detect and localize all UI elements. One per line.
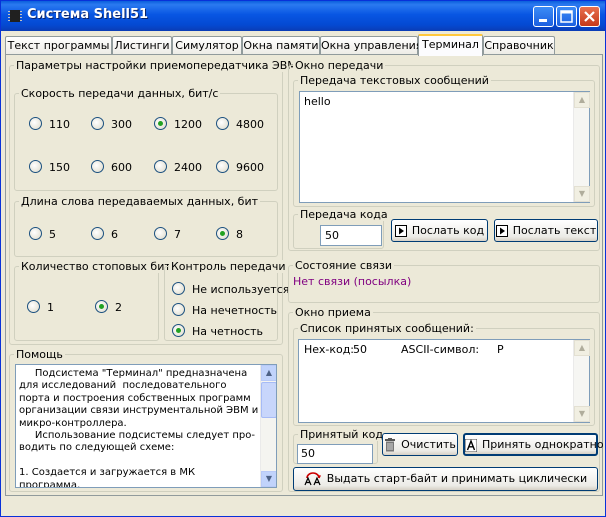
baud-600-radio[interactable]: 600: [91, 160, 132, 174]
help-scrollbar[interactable]: ▲ ▼: [260, 365, 276, 487]
baud-1200-radio[interactable]: 1200: [154, 117, 202, 131]
receive-once-button[interactable]: Принять однократно: [463, 433, 604, 456]
help-group: Помощь Подсистема "Терминал" предназначе…: [9, 348, 283, 492]
maximize-button[interactable]: [556, 6, 577, 27]
start-byte-cyclic-button[interactable]: Выдать старт-байт и принимать циклически: [293, 467, 598, 491]
receive-window-title: Окно приема: [293, 306, 373, 319]
baud-2400-radio[interactable]: 2400: [154, 160, 202, 174]
tab-reference[interactable]: Справочник: [483, 36, 555, 55]
link-status-group: Состояние связи Нет связи (посылка): [288, 259, 600, 303]
cyclic-receive-icon: [304, 472, 321, 486]
tab-simulator[interactable]: Симулятор: [172, 36, 242, 55]
help-textbox[interactable]: Подсистема "Терминал" предназначена для …: [15, 364, 277, 488]
wordlen-8-radio[interactable]: 8: [216, 227, 243, 241]
scroll-up-arrow-icon[interactable]: ▲: [574, 340, 590, 356]
clear-button[interactable]: Очистить: [382, 433, 458, 456]
play-icon: [495, 225, 508, 237]
code-send-group: Передача кода 50: [293, 208, 390, 249]
received-code-title: Принятый код: [298, 428, 385, 441]
link-status-title: Состояние связи: [293, 259, 394, 272]
scroll-thumb[interactable]: [261, 382, 276, 418]
scroll-up-arrow-icon[interactable]: ▲: [574, 92, 590, 108]
stopbits-2-radio[interactable]: 2: [95, 300, 122, 314]
send-code-button[interactable]: Послать код: [391, 219, 488, 242]
send-code-input[interactable]: 50: [320, 225, 382, 246]
minimize-button[interactable]: [533, 6, 554, 27]
window-title: Система Shell51: [27, 7, 149, 22]
transceiver-settings-title: Параметры настройки приемопередатчика ЭВ…: [14, 59, 299, 72]
received-list-box[interactable]: Hex-код: 50 ASCII-символ: P ▲ ▼: [298, 339, 590, 423]
scroll-up-arrow-icon[interactable]: ▲: [261, 365, 276, 381]
text-send-title: Передача текстовых сообщений: [298, 74, 491, 87]
send-text-value: hello: [304, 95, 331, 108]
main-window: Система Shell51 Текст программы Листинги…: [0, 0, 606, 517]
baud-rate-group: Скорость передачи данных, бит/с 110 300 …: [14, 87, 278, 191]
parity-title: Контроль передачи: [169, 260, 288, 273]
link-status-value: Нет связи (посылка): [293, 275, 412, 288]
send-text-scrollbar[interactable]: ▲ ▼: [573, 92, 590, 202]
word-length-group: Длина слова передаваемых данных, бит 5 6…: [14, 195, 278, 257]
tab-terminal[interactable]: Терминал: [418, 34, 483, 56]
terminal-page: Параметры настройки приемопередатчика ЭВ…: [5, 54, 604, 496]
letter-a-icon: [465, 438, 477, 452]
hex-value: 50: [353, 343, 367, 356]
transceiver-settings-group: Параметры настройки приемопередатчика ЭВ…: [9, 59, 299, 345]
tab-listings[interactable]: Листинги: [112, 36, 172, 55]
help-title: Помощь: [14, 348, 65, 361]
parity-even-radio[interactable]: На четность: [172, 324, 263, 338]
maximize-icon: [560, 10, 573, 23]
baud-300-radio[interactable]: 300: [91, 117, 132, 131]
received-code-group: Принятый код 50: [293, 428, 385, 464]
send-text-button[interactable]: Послать текст: [494, 219, 598, 242]
code-send-title: Передача кода: [298, 208, 390, 221]
scroll-down-arrow-icon[interactable]: ▼: [574, 406, 590, 422]
close-icon: [584, 11, 595, 22]
ascii-value: P: [497, 343, 504, 356]
baud-110-radio[interactable]: 110: [29, 117, 70, 131]
scroll-down-arrow-icon[interactable]: ▼: [574, 186, 590, 202]
trash-icon: [385, 438, 396, 452]
baud-rate-title: Скорость передачи данных, бит/с: [19, 87, 221, 100]
send-window-group: Окно передачи Передача текстовых сообщен…: [288, 59, 600, 251]
close-button[interactable]: [579, 6, 600, 27]
parity-none-radio[interactable]: Не используется: [172, 282, 289, 296]
play-icon: [394, 225, 407, 237]
stop-bits-title: Количество стоповых бит: [19, 260, 173, 273]
tab-memory-windows[interactable]: Окна памяти: [242, 36, 320, 55]
send-window-title: Окно передачи: [293, 59, 386, 72]
send-text-input[interactable]: hello ▲ ▼: [299, 91, 590, 203]
baud-150-radio[interactable]: 150: [29, 160, 70, 174]
received-list-title: Список принятых сообщений:: [298, 322, 476, 335]
title-bar[interactable]: Система Shell51: [1, 1, 605, 31]
parity-group: Контроль передачи Не используется На неч…: [164, 260, 289, 341]
receive-window-group: Окно приема Список принятых сообщений: H…: [288, 306, 604, 492]
received-list-group: Список принятых сообщений: Hex-код: 50 A…: [293, 322, 595, 426]
help-text: Подсистема "Терминал" предназначена для …: [19, 368, 259, 488]
received-row[interactable]: Hex-код: 50 ASCII-символ: P: [304, 343, 564, 356]
received-code-input[interactable]: 50: [297, 444, 373, 464]
text-send-group: Передача текстовых сообщений hello ▲ ▼: [293, 74, 595, 207]
tab-program-text[interactable]: Текст программы: [5, 36, 112, 55]
wordlen-5-radio[interactable]: 5: [29, 227, 56, 241]
ascii-label: ASCII-символ:: [401, 343, 480, 356]
wordlen-6-radio[interactable]: 6: [91, 227, 118, 241]
stopbits-1-radio[interactable]: 1: [27, 300, 54, 314]
chip-icon: [8, 10, 22, 22]
baud-9600-radio[interactable]: 9600: [216, 160, 264, 174]
stop-bits-group: Количество стоповых бит 1 2: [14, 260, 173, 341]
received-list-scrollbar[interactable]: ▲ ▼: [573, 340, 590, 422]
wordlen-7-radio[interactable]: 7: [154, 227, 181, 241]
minimize-icon: [539, 19, 547, 22]
word-length-title: Длина слова передаваемых данных, бит: [19, 195, 261, 208]
scroll-down-arrow-icon[interactable]: ▼: [261, 471, 276, 487]
baud-4800-radio[interactable]: 4800: [216, 117, 264, 131]
parity-odd-radio[interactable]: На нечетность: [172, 303, 277, 317]
hex-label: Hex-код:: [304, 343, 355, 356]
tab-control-windows[interactable]: Окна управления: [320, 36, 422, 55]
